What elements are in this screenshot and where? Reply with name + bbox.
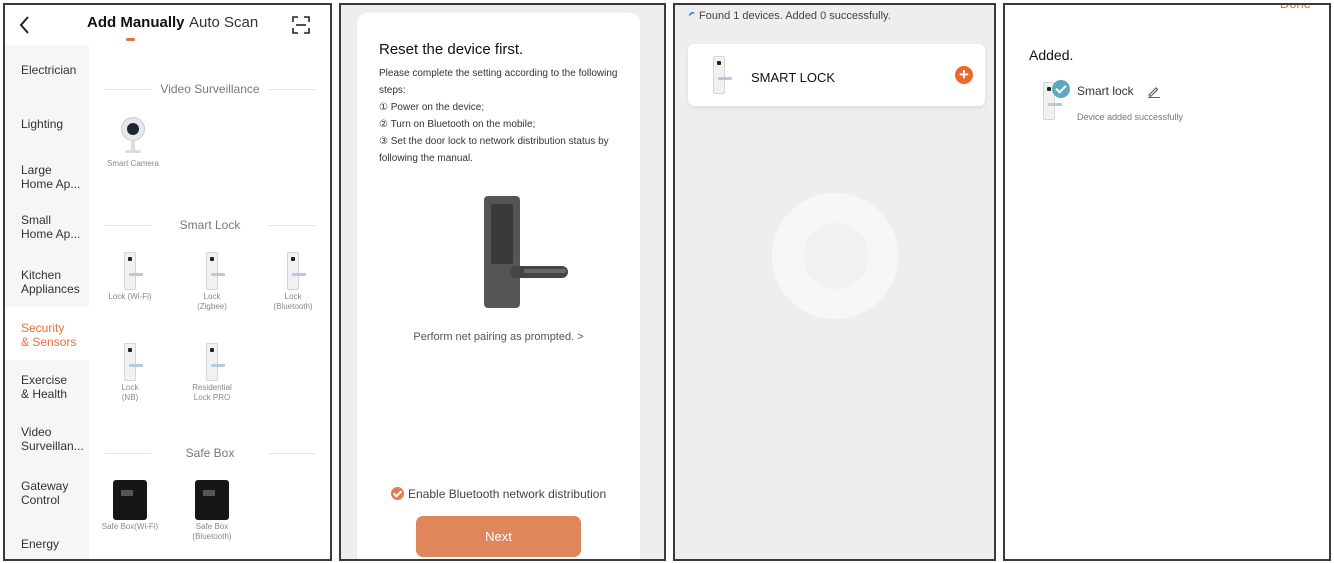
scan-radar-core xyxy=(803,223,869,289)
step-2: ② Turn on Bluetooth on the mobile; xyxy=(379,119,536,130)
net-pairing-link[interactable]: Perform net pairing as prompted. > xyxy=(357,331,640,343)
safe-box-image xyxy=(113,480,147,520)
sidebar-item-lighting[interactable]: Lighting xyxy=(5,94,89,148)
device-label: Lock xyxy=(284,292,302,301)
lock-image xyxy=(713,56,732,94)
device-status: Device added successfully xyxy=(1077,112,1184,122)
device-label-sub: (Bluetooth) xyxy=(192,532,232,541)
device-label: Lock (Wi-Fi) xyxy=(108,292,152,301)
device-label: Safe Box xyxy=(195,522,229,531)
next-button[interactable]: Next xyxy=(416,516,581,557)
device-lock-bluetooth[interactable]: Lock (Bluetooth) xyxy=(263,252,323,312)
lock-image xyxy=(206,343,225,381)
header: Add Manually Auto Scan xyxy=(5,5,330,45)
scan-results-screen: Found 1 devices. Added 0 successfully. S… xyxy=(673,3,996,561)
sidebar-item-kitchen-appliances[interactable]: Kitchen Appliances xyxy=(5,254,89,307)
device-safe-box-bluetooth[interactable]: Safe Box (Bluetooth) xyxy=(182,480,242,542)
safe-box-image xyxy=(195,480,229,520)
back-icon[interactable] xyxy=(17,14,33,36)
camera-image xyxy=(120,117,146,157)
scan-icon[interactable] xyxy=(292,16,310,34)
device-residential-lock-pro[interactable]: Residential Lock PRO xyxy=(182,343,242,403)
reset-instructions-screen: Reset the device first. Please complete … xyxy=(339,3,666,561)
device-smart-camera[interactable]: Smart Camera xyxy=(103,117,163,169)
device-lock-zigbee[interactable]: Lock (Zigbee) xyxy=(182,252,242,312)
step-1: ① Power on the device; xyxy=(379,102,485,113)
step-3: ③ Set the door lock to network distribut… xyxy=(379,136,609,164)
device-name: Smart lock xyxy=(1077,84,1134,98)
device-label: Lock xyxy=(121,383,139,392)
category-sidebar: Electrician Lighting Large Home Ap... Sm… xyxy=(5,45,89,559)
check-icon xyxy=(391,487,404,500)
scan-status: Found 1 devices. Added 0 successfully. xyxy=(699,10,891,22)
device-label-sub: (Bluetooth) xyxy=(273,302,313,311)
lock-image xyxy=(124,343,143,381)
sidebar-item-security-sensors[interactable]: Security & Sensors xyxy=(5,307,89,360)
sidebar-item-energy[interactable]: Energy xyxy=(5,519,89,559)
tab-add-manually[interactable]: Add Manually xyxy=(87,14,185,31)
lock-image xyxy=(287,252,306,290)
sidebar-item-exercise-health[interactable]: Exercise & Health xyxy=(5,360,89,413)
section-title-safe-box: Safe Box xyxy=(105,446,315,460)
pencil-icon[interactable] xyxy=(1147,84,1161,98)
device-catalog: Video Surveillance Smart Camera Smart Lo… xyxy=(89,45,330,559)
sidebar-item-small-home-appliances[interactable]: Small Home Ap... xyxy=(5,201,89,254)
check-circle-icon xyxy=(1052,80,1070,98)
done-button[interactable]: Done xyxy=(1280,5,1311,11)
device-label: Residential xyxy=(192,383,232,392)
device-added-screen: Done Added. Smart lock Device added succ… xyxy=(1003,3,1331,561)
device-label-sub: (NB) xyxy=(121,393,139,402)
door-lock-illustration xyxy=(484,196,568,308)
active-tab-indicator xyxy=(126,38,135,41)
page-title: Added. xyxy=(1029,47,1074,63)
instructions-intro: Please complete the setting according to… xyxy=(379,68,618,96)
section-title-video-surveillance: Video Surveillance xyxy=(105,82,315,96)
device-safe-box-wifi[interactable]: Safe Box(Wi-Fi) xyxy=(100,480,160,532)
add-device-screen: Add Manually Auto Scan Electrician Light… xyxy=(3,3,332,561)
device-label-sub: (Zigbee) xyxy=(197,302,227,311)
tab-auto-scan[interactable]: Auto Scan xyxy=(189,14,258,31)
bluetooth-option-label: Enable Bluetooth network distribution xyxy=(408,487,607,501)
device-label: Smart Camera xyxy=(106,159,159,168)
device-name: SMART LOCK xyxy=(751,70,836,85)
lock-image xyxy=(124,252,143,290)
bluetooth-distribution-checkbox[interactable]: Enable Bluetooth network distribution xyxy=(391,487,606,501)
stage: Add Manually Auto Scan Electrician Light… xyxy=(0,0,1334,563)
section-title-smart-lock: Smart Lock xyxy=(105,218,315,232)
sidebar-item-video-surveillance[interactable]: Video Surveillan... xyxy=(5,413,89,466)
loading-spinner-icon xyxy=(687,10,698,21)
found-device-card[interactable]: SMART LOCK + xyxy=(688,44,985,106)
device-label-sub: Lock PRO xyxy=(193,393,231,402)
lock-image xyxy=(206,252,225,290)
sidebar-item-large-home-appliances[interactable]: Large Home Ap... xyxy=(5,148,89,201)
add-device-button[interactable]: + xyxy=(955,66,973,84)
device-lock-wifi[interactable]: Lock (Wi-Fi) xyxy=(100,252,160,302)
device-lock-nb[interactable]: Lock (NB) xyxy=(100,343,160,403)
device-label: Safe Box(Wi-Fi) xyxy=(101,522,159,531)
sidebar-item-gateway-control[interactable]: Gateway Control xyxy=(5,466,89,519)
page-title: Reset the device first. xyxy=(379,41,524,58)
sidebar-item-electrician[interactable]: Electrician xyxy=(5,45,89,94)
instructions-card: Reset the device first. Please complete … xyxy=(357,13,640,559)
device-label: Lock xyxy=(203,292,221,301)
